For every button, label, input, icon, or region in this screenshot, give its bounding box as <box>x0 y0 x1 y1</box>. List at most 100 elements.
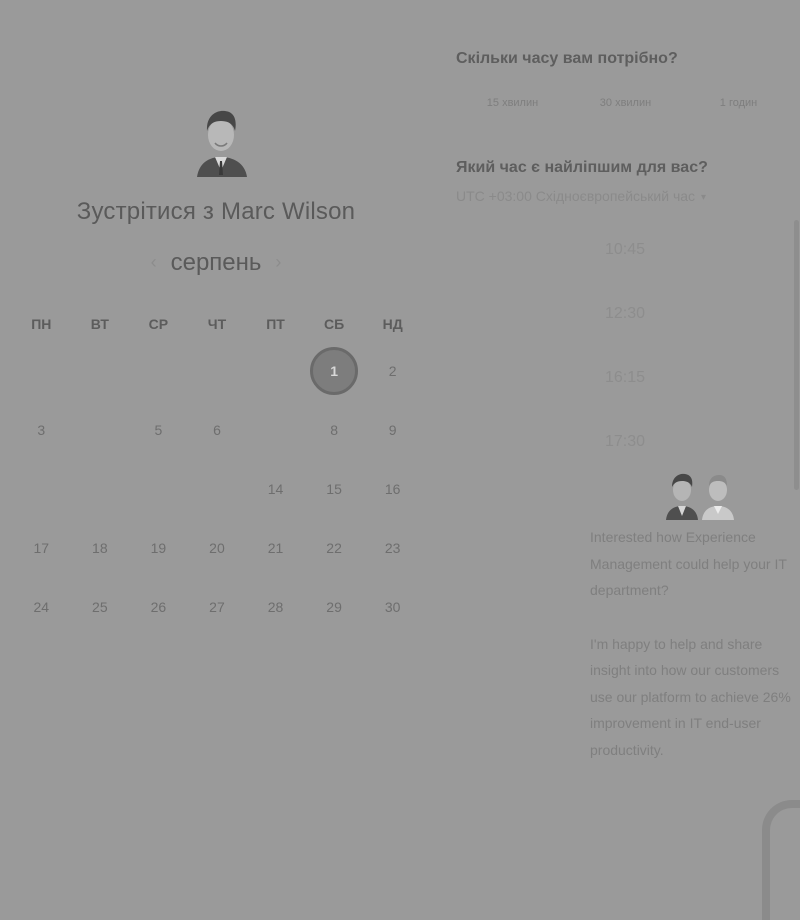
calendar-day-empty <box>246 401 305 460</box>
day-number: 23 <box>384 540 401 556</box>
calendar-weeks: 1 2 3 5 6 8 9 14 15 16 17 18 19 20 21 22 23 24 25 26 27 28 29 3… <box>12 342 422 696</box>
calendar-day-empty <box>71 342 130 401</box>
chevron-down-icon: ▾ <box>701 192 707 203</box>
calendar-day[interactable]: 21 <box>246 519 305 578</box>
calendar-day[interactable]: 27 <box>188 578 247 637</box>
day-number: 19 <box>150 540 167 556</box>
day-number: 30 <box>384 599 401 615</box>
weekday-label: СР <box>148 316 169 332</box>
meeting-title: Зустрітися з Marc Wilson <box>76 198 356 225</box>
slot-scrollbar[interactable] <box>794 220 799 490</box>
day-number: 15 <box>326 481 342 497</box>
calendar-day-empty <box>71 460 130 519</box>
calendar-day[interactable]: 5 <box>129 401 188 460</box>
calendar-day[interactable]: 17 <box>12 519 71 578</box>
calendar-day[interactable]: 26 <box>129 578 188 637</box>
calendar-week: 14 15 16 <box>12 460 422 519</box>
calendar-week: 24 25 26 27 28 29 30 <box>12 578 422 637</box>
weekday-label: СБ <box>324 316 345 332</box>
calendar-day-empty <box>246 637 305 696</box>
weekday-header: ПН ВТ СР ЧТ ПТ СБ НД <box>12 306 422 342</box>
day-number: 5 <box>154 422 163 438</box>
weekday-label: НД <box>382 316 403 332</box>
calendar-day[interactable]: 30 <box>363 578 422 637</box>
calendar-week: 17 18 19 20 21 22 23 <box>12 519 422 578</box>
day-number: 21 <box>267 540 284 556</box>
calendar-day[interactable]: 2 <box>363 342 422 401</box>
time-slot-list: 10:45 12:30 16:15 17:30 <box>560 232 690 488</box>
next-month-icon[interactable]: › <box>275 252 281 273</box>
calendar-grid: ПН ВТ СР ЧТ ПТ СБ НД 1 2 3 5 6 8 9 14 15 16 17 18 19… <box>12 306 422 696</box>
calendar-day[interactable]: 14 <box>246 460 305 519</box>
day-number: 16 <box>384 481 401 497</box>
calendar-day[interactable]: 3 <box>12 401 71 460</box>
calendar-day[interactable]: 19 <box>129 519 188 578</box>
weekday-label: ПН <box>31 316 52 332</box>
calendar-day-empty <box>188 637 247 696</box>
calendar-day[interactable]: 28 <box>246 578 305 637</box>
pitch-paragraph: Interested how Experience Management cou… <box>590 529 787 598</box>
time-slot[interactable]: 12:30 <box>560 296 690 360</box>
calendar-day[interactable]: 20 <box>188 519 247 578</box>
calendar-day[interactable]: 22 <box>305 519 364 578</box>
prev-month-icon[interactable]: ‹ <box>151 252 157 273</box>
duration-option-15[interactable]: 15 хвилин <box>456 97 569 109</box>
day-number: 3 <box>37 422 46 438</box>
calendar-day-empty <box>12 342 71 401</box>
day-number: 29 <box>326 599 342 615</box>
timezone-label: UTC +03:00 Східноєвропейський час <box>456 188 696 204</box>
month-label: серпень <box>170 249 262 276</box>
chat-widget-button[interactable] <box>762 800 800 920</box>
calendar-week: 12 <box>12 342 422 401</box>
calendar-day[interactable]: 6 <box>188 401 247 460</box>
host-avatar <box>197 110 247 177</box>
calendar-day-empty <box>129 342 188 401</box>
weekday-label: ПТ <box>266 316 285 332</box>
day-number: 28 <box>267 599 284 615</box>
weekday-label: ЧТ <box>207 316 227 332</box>
calendar-day-empty <box>12 460 71 519</box>
calendar-day[interactable]: 9 <box>363 401 422 460</box>
weekday-label: ВТ <box>90 316 109 332</box>
calendar-day-empty <box>246 342 305 401</box>
team-avatars <box>666 473 734 520</box>
calendar-day[interactable]: 18 <box>71 519 130 578</box>
calendar-day[interactable]: 24 <box>12 578 71 637</box>
calendar-week: 3 5 6 8 9 <box>12 401 422 460</box>
time-slot[interactable]: 10:45 <box>560 232 690 296</box>
calendar-day[interactable]: 23 <box>363 519 422 578</box>
calendar-day[interactable]: 8 <box>305 401 364 460</box>
duration-option-30[interactable]: 30 хвилин <box>569 97 682 109</box>
time-question: Який час є найліпшим для вас? <box>456 159 708 176</box>
duration-options: 15 хвилин 30 хвилин 1 годин <box>456 97 796 109</box>
day-number: 14 <box>267 481 284 497</box>
calendar-day-empty <box>12 637 71 696</box>
day-number: 2 <box>388 363 397 379</box>
calendar-day[interactable]: 1 <box>305 342 364 401</box>
day-number: 1 <box>310 346 359 395</box>
booking-page: Зустрітися з Marc Wilson ‹ серпень › ПН ВТ… <box>0 0 800 920</box>
calendar-day[interactable]: 29 <box>305 578 364 637</box>
duration-option-60[interactable]: 1 годин <box>682 97 795 109</box>
calendar-week <box>12 637 422 696</box>
day-number: 27 <box>209 599 225 615</box>
time-slot[interactable]: 16:15 <box>560 360 690 424</box>
timezone-dropdown[interactable]: UTC +03:00 Східноєвропейський час ▾ <box>456 188 706 204</box>
day-number: 24 <box>33 599 50 615</box>
calendar-day-empty <box>129 460 188 519</box>
calendar-day-empty <box>188 342 247 401</box>
calendar-day-empty <box>305 637 364 696</box>
day-number: 18 <box>92 540 108 556</box>
pitch-text: Interested how Experience Management cou… <box>590 524 800 790</box>
day-number: 22 <box>326 540 342 556</box>
calendar-day[interactable]: 15 <box>305 460 364 519</box>
calendar-day[interactable]: 16 <box>363 460 422 519</box>
day-number: 20 <box>209 540 225 556</box>
day-number: 9 <box>388 422 397 438</box>
day-number: 26 <box>150 599 167 615</box>
day-number: 17 <box>33 540 50 556</box>
day-number: 8 <box>330 422 338 438</box>
day-number: 6 <box>213 422 221 438</box>
calendar-day[interactable]: 25 <box>71 578 130 637</box>
calendar-day-empty <box>129 637 188 696</box>
